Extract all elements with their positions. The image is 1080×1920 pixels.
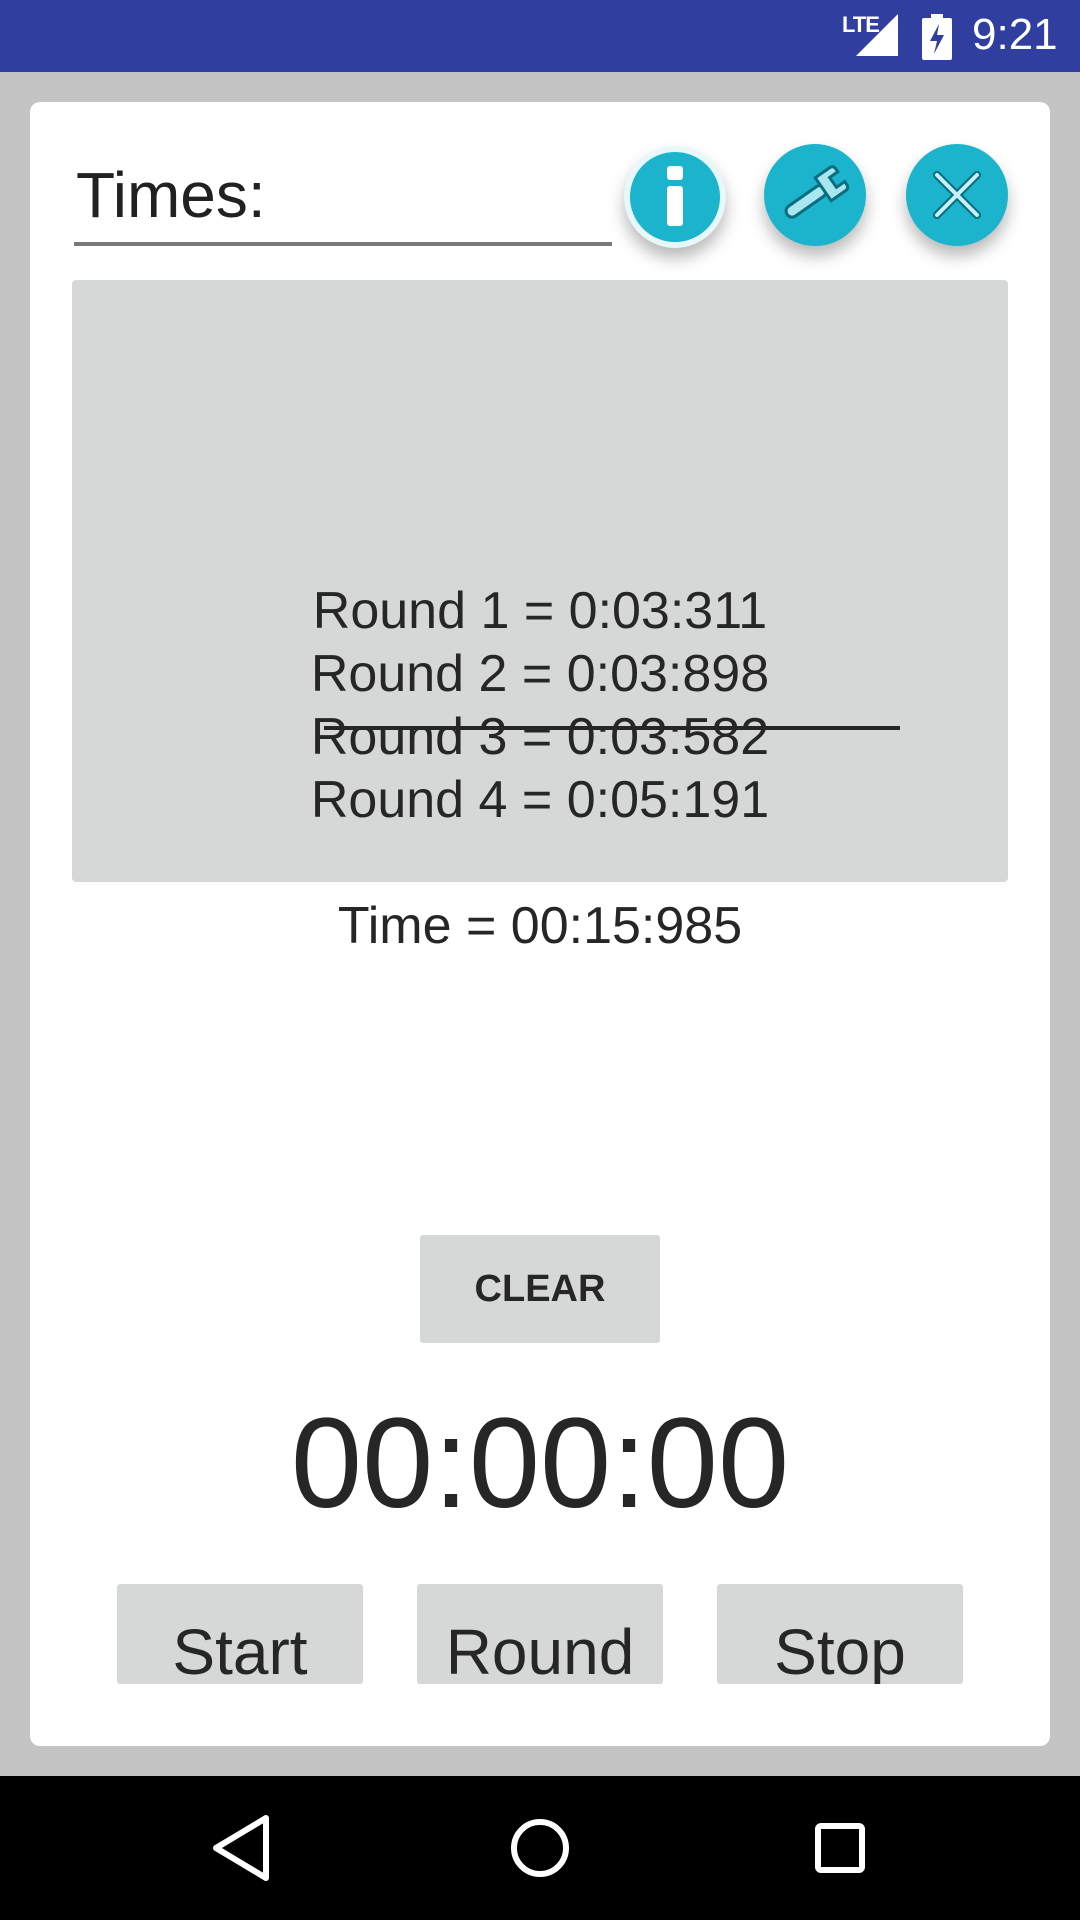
- close-icon: [933, 171, 981, 219]
- round-time-3: Round 3 = 0:03:582: [310, 708, 770, 766]
- settings-button[interactable]: [764, 144, 866, 246]
- battery-charging-icon: [922, 14, 952, 60]
- signal-icon: [856, 14, 898, 56]
- home-icon[interactable]: [508, 1812, 572, 1884]
- stop-button[interactable]: Stop: [717, 1584, 963, 1684]
- info-button[interactable]: [624, 146, 726, 248]
- stop-button-label: Stop: [774, 1616, 906, 1684]
- round-button[interactable]: Round: [417, 1584, 663, 1684]
- round-button-label: Round: [445, 1616, 635, 1684]
- status-clock: 9:21: [972, 10, 1058, 59]
- round-time-4: Round 4 = 0:05:191: [310, 771, 770, 829]
- clear-button[interactable]: CLEAR: [420, 1235, 660, 1343]
- total-time: Time = 00:15:985: [337, 897, 743, 955]
- recents-icon[interactable]: [810, 1812, 870, 1884]
- timer-display: 00:00:00: [290, 1392, 790, 1535]
- start-button-label: Start: [172, 1616, 308, 1684]
- start-button[interactable]: Start: [117, 1584, 363, 1684]
- info-icon: [667, 166, 683, 226]
- status-bar: LTE 9:21: [0, 0, 1080, 72]
- log-divider: [324, 726, 900, 730]
- navigation-bar: [0, 1776, 1080, 1920]
- times-input[interactable]: Times:: [74, 148, 612, 246]
- times-input-value: Times:: [76, 159, 266, 231]
- back-icon[interactable]: [210, 1812, 272, 1884]
- round-time-1: Round 1 = 0:03:311: [312, 582, 768, 640]
- wrench-icon: [784, 165, 850, 219]
- round-times-panel: Round 1 = 0:03:311 Round 2 = 0:03:898 Ro…: [72, 280, 1008, 955]
- round-time-2: Round 2 = 0:03:898: [310, 645, 770, 703]
- close-button[interactable]: [906, 144, 1008, 246]
